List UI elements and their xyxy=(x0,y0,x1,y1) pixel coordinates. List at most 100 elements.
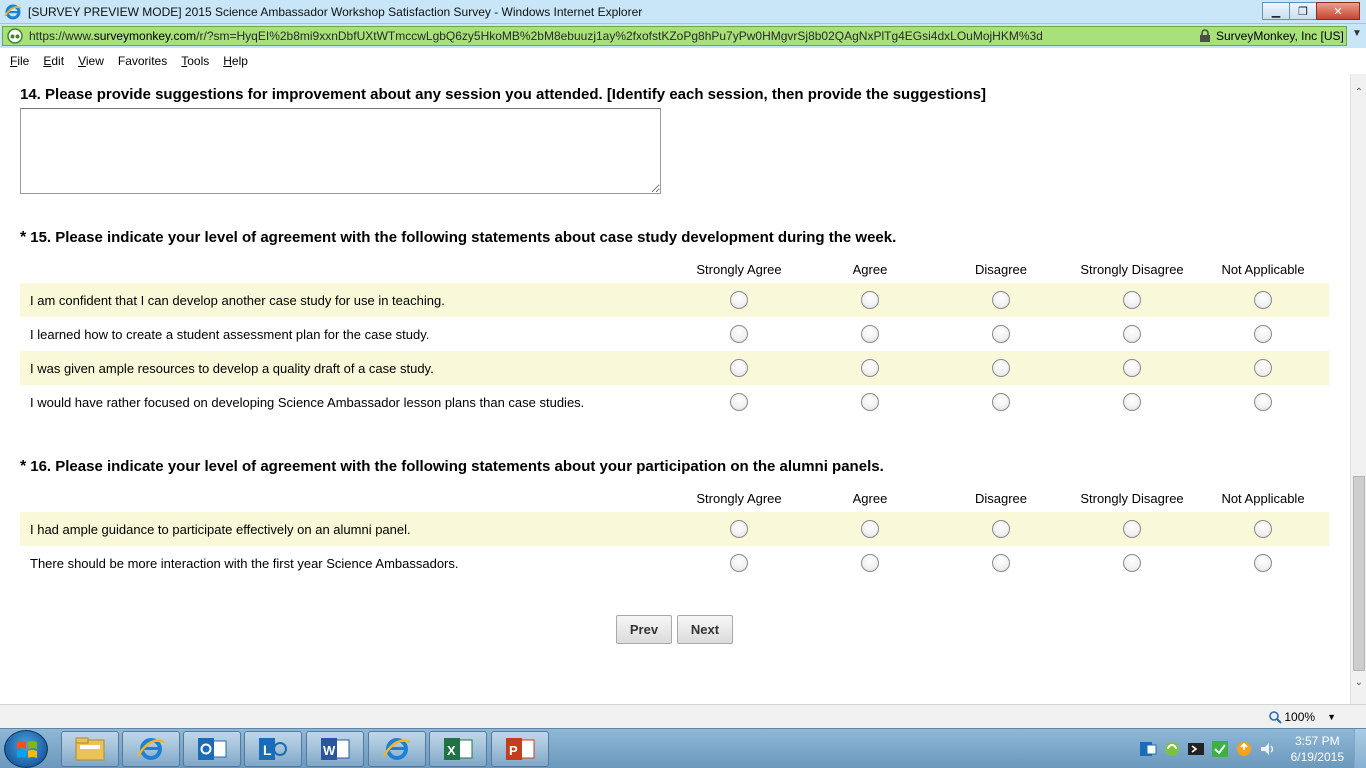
next-button[interactable]: Next xyxy=(677,615,733,644)
table-row: I learned how to create a student assess… xyxy=(20,317,1329,351)
taskbar-powerpoint[interactable]: P xyxy=(491,731,549,767)
radio-not-applicable[interactable] xyxy=(1254,393,1272,411)
row-label: I am confident that I can develop anothe… xyxy=(30,293,445,308)
radio-strongly-agree[interactable] xyxy=(730,359,748,377)
volume-icon[interactable] xyxy=(1259,740,1277,758)
url-text[interactable]: https://www.surveymonkey.com/r/?sm=HyqEI… xyxy=(29,29,1194,43)
radio-disagree[interactable] xyxy=(992,393,1010,411)
radio-disagree[interactable] xyxy=(992,291,1010,309)
radio-disagree[interactable] xyxy=(992,520,1010,538)
ie-icon xyxy=(136,738,165,760)
taskbar-lync[interactable]: L xyxy=(244,731,302,767)
radio-strongly-disagree[interactable] xyxy=(1123,520,1141,538)
menu-bar: File Edit View Favorites Tools Help xyxy=(0,48,1366,74)
scroll-thumb[interactable] xyxy=(1353,476,1365,671)
radio-not-applicable[interactable] xyxy=(1254,325,1272,343)
menu-file[interactable]: File xyxy=(4,54,35,68)
radio-agree[interactable] xyxy=(861,359,879,377)
radio-not-applicable[interactable] xyxy=(1254,520,1272,538)
window-title: [SURVEY PREVIEW MODE] 2015 Science Ambas… xyxy=(28,4,643,19)
menu-view[interactable]: View xyxy=(72,54,110,68)
clock[interactable]: 3:57 PM 6/19/2015 xyxy=(1291,733,1344,765)
radio-agree[interactable] xyxy=(861,554,879,572)
taskbar-ie-1[interactable] xyxy=(122,731,180,767)
address-bar: https://www.surveymonkey.com/r/?sm=HyqEI… xyxy=(0,24,1366,48)
radio-agree[interactable] xyxy=(861,291,879,309)
system-tray: 3:57 PM 6/19/2015 xyxy=(1139,729,1366,768)
taskbar-word[interactable]: W xyxy=(306,731,364,767)
menu-help[interactable]: Help xyxy=(217,54,254,68)
vertical-scrollbar[interactable]: ⌃ ⌄ xyxy=(1350,74,1366,704)
taskbar-ie-2[interactable] xyxy=(368,731,426,767)
radio-strongly-agree[interactable] xyxy=(730,554,748,572)
lock-icon[interactable] xyxy=(1198,29,1212,43)
magnifier-icon xyxy=(1269,711,1283,724)
radio-strongly-disagree[interactable] xyxy=(1123,291,1141,309)
radio-strongly-disagree[interactable] xyxy=(1123,359,1141,377)
chevron-down-icon[interactable]: ▼ xyxy=(1327,712,1336,722)
certificate-label[interactable]: SurveyMonkey, Inc [US] xyxy=(1216,29,1344,43)
menu-tools[interactable]: Tools xyxy=(175,54,215,68)
url-field[interactable]: https://www.surveymonkey.com/r/?sm=HyqEI… xyxy=(2,26,1347,46)
chevron-down-icon[interactable]: ▼ xyxy=(1350,28,1364,44)
close-button[interactable]: ✕ xyxy=(1316,2,1360,20)
q15-title: * 15. Please indicate your level of agree… xyxy=(20,229,897,246)
radio-agree[interactable] xyxy=(861,393,879,411)
update-icon[interactable] xyxy=(1235,740,1253,758)
start-button[interactable] xyxy=(4,730,48,768)
radio-disagree[interactable] xyxy=(992,325,1010,343)
svg-text:W: W xyxy=(323,743,336,758)
menu-edit[interactable]: Edit xyxy=(37,54,70,68)
folder-icon xyxy=(75,737,105,761)
col-not-applicable: Not Applicable xyxy=(1221,262,1305,277)
radio-strongly-agree[interactable] xyxy=(730,393,748,411)
restore-button[interactable]: ❐ xyxy=(1289,2,1317,20)
radio-not-applicable[interactable] xyxy=(1254,554,1272,572)
radio-strongly-agree[interactable] xyxy=(730,520,748,538)
taskbar-explorer[interactable] xyxy=(61,731,119,767)
excel-icon: X xyxy=(444,738,473,760)
radio-agree[interactable] xyxy=(861,520,879,538)
radio-not-applicable[interactable] xyxy=(1254,291,1272,309)
radio-disagree[interactable] xyxy=(992,554,1010,572)
radio-strongly-agree[interactable] xyxy=(730,291,748,309)
svg-text:P: P xyxy=(509,743,518,758)
svg-text:L: L xyxy=(263,742,272,758)
row-label: I would have rather focused on developin… xyxy=(30,395,585,410)
required-marker: * xyxy=(20,229,27,246)
sync-icon[interactable] xyxy=(1163,740,1181,758)
show-desktop-button[interactable] xyxy=(1354,729,1366,768)
row-label: I had ample guidance to participate effe… xyxy=(30,522,411,537)
lync-icon: L xyxy=(259,738,287,760)
radio-strongly-disagree[interactable] xyxy=(1123,554,1141,572)
scroll-up-icon[interactable]: ⌃ xyxy=(1351,84,1366,101)
status-bar: 100% ▼ xyxy=(0,704,1366,728)
q14-title: 14. Please provide suggestions for impro… xyxy=(20,86,987,103)
q14-textarea[interactable] xyxy=(20,108,661,194)
radio-strongly-disagree[interactable] xyxy=(1123,393,1141,411)
outlook-tray-icon[interactable] xyxy=(1139,740,1157,758)
q16-title: * 16. Please indicate your level of agree… xyxy=(20,458,884,475)
word-icon: W xyxy=(321,738,350,760)
col-strongly-agree: Strongly Agree xyxy=(696,491,782,506)
zoom-level: 100% xyxy=(1284,710,1316,724)
zoom-control[interactable]: 100% ▼ xyxy=(1268,710,1336,724)
windows-logo-icon xyxy=(17,741,37,758)
checkmark-icon[interactable] xyxy=(1211,740,1229,758)
taskbar-outlook[interactable] xyxy=(183,731,241,767)
minimize-button[interactable]: ▁ xyxy=(1262,2,1290,20)
scroll-down-icon[interactable]: ⌄ xyxy=(1351,674,1366,691)
network-icon[interactable] xyxy=(1187,740,1205,758)
radio-not-applicable[interactable] xyxy=(1254,359,1272,377)
table-row: There should be more interaction with th… xyxy=(20,546,1329,580)
col-agree: Agree xyxy=(852,262,888,277)
window-title-bar: [SURVEY PREVIEW MODE] 2015 Science Ambas… xyxy=(0,0,1366,24)
taskbar-excel[interactable]: X xyxy=(429,731,487,767)
radio-disagree[interactable] xyxy=(992,359,1010,377)
radio-agree[interactable] xyxy=(861,325,879,343)
radio-strongly-disagree[interactable] xyxy=(1123,325,1141,343)
row-label: I learned how to create a student assess… xyxy=(30,327,430,342)
radio-strongly-agree[interactable] xyxy=(730,325,748,343)
prev-button[interactable]: Prev xyxy=(616,615,672,644)
menu-favorites[interactable]: Favorites xyxy=(112,54,173,68)
